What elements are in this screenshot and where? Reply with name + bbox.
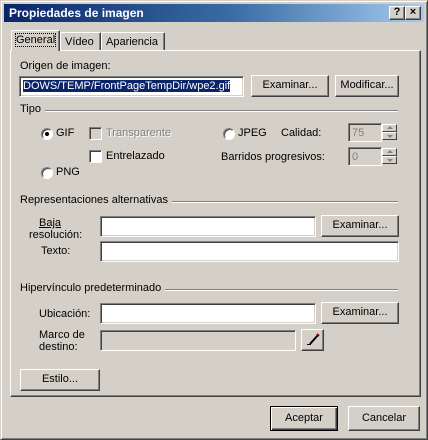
tab-general[interactable]: General: [11, 30, 60, 51]
entrelazado-checkbox[interactable]: [89, 150, 102, 163]
estilo-button[interactable]: Estilo...: [20, 369, 100, 391]
ubicacion-browse-label: Examinar...: [332, 306, 388, 318]
gif-radio[interactable]: [41, 128, 53, 140]
marco-label-line2: destino:: [39, 341, 78, 353]
barridos-down-icon[interactable]: [382, 156, 397, 164]
calidad-value: 75: [352, 127, 365, 139]
transparente-checkbox[interactable]: [89, 127, 102, 140]
modify-button[interactable]: Modificar...: [335, 75, 399, 97]
barridos-value: 0: [352, 151, 359, 163]
marco-label-line1: Marco de: [39, 329, 85, 341]
origin-input[interactable]: DOWS/TEMP/FrontPageTempDir/wpe2.gif: [19, 76, 244, 97]
origin-browse-label: Examinar...: [262, 79, 318, 91]
barridos-label: Barridos progresivos:: [221, 151, 325, 163]
ubicacion-input[interactable]: [100, 303, 316, 324]
jpeg-radio[interactable]: [223, 128, 235, 140]
close-icon: ×: [409, 6, 417, 18]
cancel-label: Cancelar: [361, 412, 407, 424]
title-bar[interactable]: Propiedades de imagen ? ×: [4, 4, 424, 22]
origin-browse-button[interactable]: Examinar...: [251, 75, 329, 97]
alternativas-divider: [161, 201, 398, 203]
baja-resolucion-input[interactable]: [100, 216, 316, 237]
baja-label-line2: resolución:: [29, 229, 83, 241]
dialog-title: Propiedades de imagen: [9, 6, 144, 20]
calidad-up-icon[interactable]: [382, 124, 397, 132]
texto-input[interactable]: [100, 241, 399, 262]
calidad-spinner[interactable]: [382, 124, 397, 140]
cancel-button[interactable]: Cancelar: [348, 406, 420, 431]
dialog-window: Propiedades de imagen ? × General Vídeo …: [0, 0, 428, 440]
help-button[interactable]: ?: [389, 6, 405, 20]
calidad-down-icon[interactable]: [382, 132, 397, 140]
alternativas-group-title: Representaciones alternativas: [20, 194, 172, 206]
calidad-label: Calidad:: [281, 127, 322, 139]
gif-label: GIF: [56, 127, 75, 139]
tab-apariencia-label: Apariencia: [106, 36, 158, 48]
origin-value: DOWS/TEMP/FrontPageTempDir/wpe2.gif: [23, 80, 231, 92]
estilo-label: Estilo...: [41, 373, 79, 385]
texto-label: Texto:: [41, 245, 71, 257]
marco-destino-input[interactable]: [100, 330, 296, 351]
baja-label-text: Baja: [39, 217, 62, 229]
entrelazado-label: Entrelazado: [106, 150, 165, 162]
barridos-up-icon[interactable]: [382, 148, 397, 156]
ubicacion-browse-button[interactable]: Examinar...: [321, 302, 399, 324]
tab-general-label: General: [14, 33, 57, 47]
barridos-input[interactable]: 0: [348, 147, 382, 166]
modify-label: Modificar...: [340, 79, 394, 91]
jpeg-label: JPEG: [238, 127, 267, 139]
hipervinculo-group-title: Hipervínculo predeterminado: [20, 282, 166, 294]
hipervinculo-divider: [159, 289, 398, 291]
tab-panel-general: Origen de imagen: DOWS/TEMP/FrontPageTem…: [10, 50, 421, 397]
tipo-divider: [37, 110, 398, 112]
tab-apariencia[interactable]: Apariencia: [101, 32, 165, 51]
marco-destino-button[interactable]: [301, 329, 324, 351]
ok-label: Aceptar: [285, 412, 323, 424]
png-label: PNG: [56, 166, 80, 178]
png-radio[interactable]: [41, 167, 53, 179]
calidad-input[interactable]: 75: [348, 123, 382, 142]
origin-label: Origen de imagen:: [20, 60, 111, 72]
baja-browse-button[interactable]: Examinar...: [321, 215, 399, 237]
close-button[interactable]: ×: [405, 6, 421, 20]
ubicacion-label: Ubicación:: [39, 308, 91, 320]
tipo-group-title: Tipo: [20, 103, 45, 115]
tab-video[interactable]: Vídeo: [60, 32, 101, 51]
pencil-icon: [306, 333, 320, 345]
baja-browse-label: Examinar...: [332, 219, 388, 231]
transparente-label: Transparente: [106, 127, 172, 139]
ok-button[interactable]: Aceptar: [270, 406, 338, 431]
help-icon: ?: [393, 6, 401, 18]
barridos-spinner[interactable]: [382, 148, 397, 164]
tab-video-label: Vídeo: [65, 36, 94, 48]
baja-label-line1: Baja: [39, 217, 61, 229]
